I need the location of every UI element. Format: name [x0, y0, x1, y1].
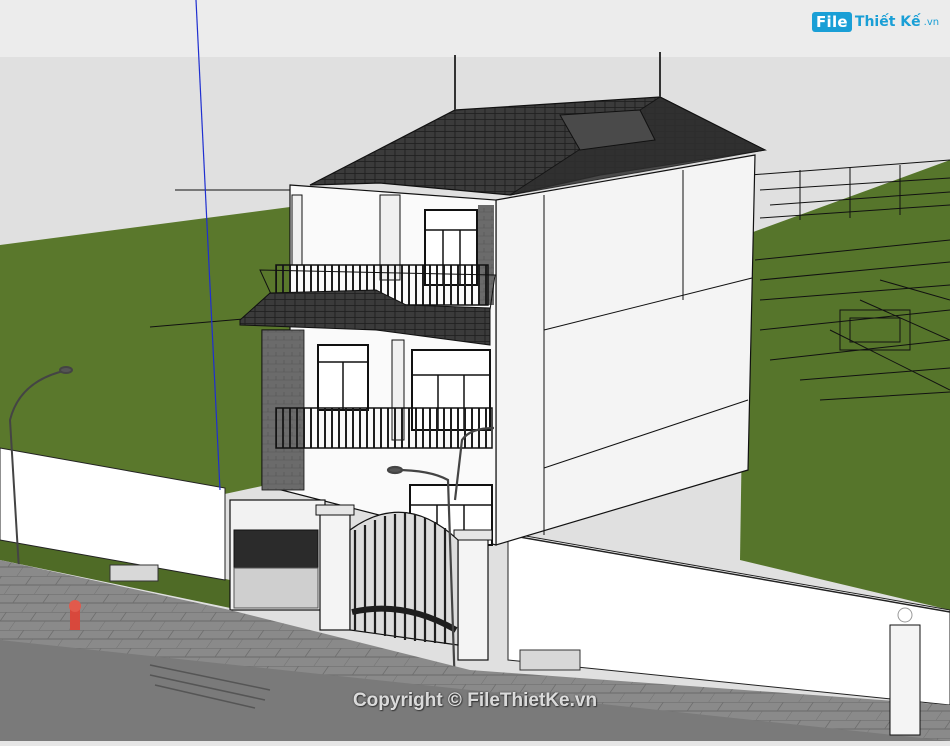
gate-pillar-right	[457, 534, 489, 661]
ground-right	[740, 160, 950, 610]
logo-wordmark: Thiết Kế	[854, 14, 921, 30]
ground-left	[0, 207, 290, 495]
garage-door	[233, 529, 319, 569]
logo-file-mark: File	[812, 12, 852, 32]
copyright-watermark: Copyright © FileThietKe.vn	[352, 690, 598, 711]
planter-right	[519, 649, 581, 671]
gate-pillar-left	[319, 509, 351, 631]
logo-domain: .vn	[923, 16, 940, 28]
fence-end-pillar	[889, 624, 921, 736]
sky-band	[0, 0, 950, 57]
model-scene	[0, 0, 950, 741]
middle-balcony-railing	[275, 407, 493, 449]
filethietke-logo: File Thiết Kế .vn	[812, 12, 939, 32]
fire-hydrant	[69, 600, 81, 630]
planter-left	[109, 564, 159, 582]
sketchup-viewport[interactable]: File Thiết Kế .vn Copyright © FileThietK…	[0, 0, 950, 741]
ornamental-gate	[349, 511, 459, 646]
